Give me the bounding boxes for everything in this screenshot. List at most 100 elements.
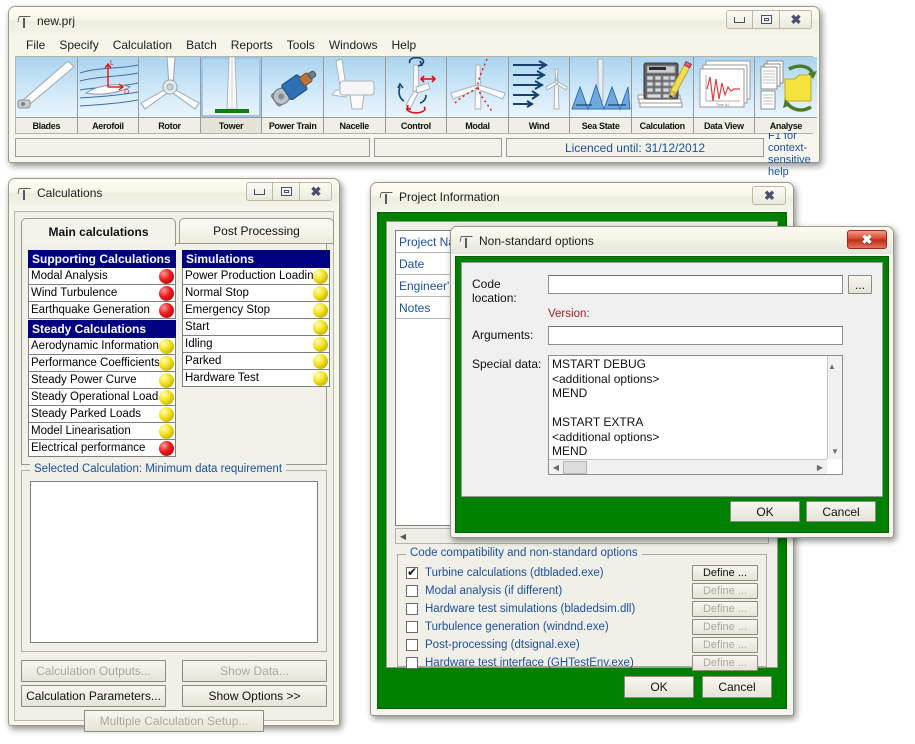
special-data-horizontal-scrollbar[interactable]: ◀ ▶ xyxy=(549,459,827,474)
close-button[interactable]: ✖ xyxy=(752,186,786,205)
toolbar-button-tower[interactable]: Tower xyxy=(200,57,263,133)
list-item[interactable]: Performance Coefficients xyxy=(28,355,176,372)
minimize-icon xyxy=(734,16,745,23)
code-location-input[interactable] xyxy=(548,275,843,294)
scroll-down-icon[interactable]: ▼ xyxy=(828,445,842,459)
maximize-button[interactable] xyxy=(753,10,780,29)
toolbar-button-sea-state[interactable]: Sea State xyxy=(570,57,632,133)
minimize-button[interactable] xyxy=(726,10,753,29)
menu-item-calculation[interactable]: Calculation xyxy=(106,37,179,53)
define-button-hardware-test-simulations[interactable]: Define ... xyxy=(692,600,758,617)
list-item[interactable]: Model Linearisation xyxy=(28,423,176,440)
checkbox-turbulence-generation[interactable] xyxy=(406,620,418,633)
toolbar-button-data-view[interactable]: Time [s] Data View xyxy=(693,57,756,133)
code-option-label: Post-processing (dtsignal.exe) xyxy=(425,638,580,651)
power-train-icon xyxy=(262,57,323,117)
arguments-input[interactable] xyxy=(548,326,843,345)
calculation-outputs-button[interactable]: Calculation Outputs... xyxy=(21,660,166,682)
list-item[interactable]: Earthquake Generation xyxy=(28,302,176,319)
menu-item-windows[interactable]: Windows xyxy=(322,37,385,53)
toolbar-button-calculation[interactable]: Calculation xyxy=(631,57,694,133)
menu-item-reports[interactable]: Reports xyxy=(224,37,280,53)
multiple-calculation-setup-button[interactable]: Multiple Calculation Setup... xyxy=(84,710,264,732)
dialog-ok-button[interactable]: OK xyxy=(730,501,800,522)
close-button[interactable]: ✖ xyxy=(300,182,332,201)
main-window-titlebar[interactable]: new.prj ✖ xyxy=(9,7,819,34)
list-item[interactable]: Normal Stop xyxy=(182,285,330,302)
scroll-left-icon[interactable]: ◀ xyxy=(396,532,410,541)
code-option-row: Turbulence generation (windnd.exe) Defin… xyxy=(406,618,758,635)
define-button-turbine-calculations[interactable]: Define ... xyxy=(692,564,758,581)
toolbar-label-rotor: Rotor xyxy=(139,117,200,133)
toolbar-button-wind[interactable]: Wind xyxy=(508,57,571,133)
checkbox-turbine-calculations[interactable] xyxy=(406,565,418,579)
scroll-left-icon[interactable]: ◀ xyxy=(549,463,563,472)
list-item[interactable]: Hardware Test xyxy=(182,370,330,387)
show-data-button[interactable]: Show Data... xyxy=(182,660,327,682)
list-item[interactable]: Wind Turbulence xyxy=(28,285,176,302)
define-button-post-processing[interactable]: Define ... xyxy=(692,636,758,653)
status-led-yellow xyxy=(313,336,328,352)
code-option-label: Turbulence generation (windnd.exe) xyxy=(425,620,609,633)
tab-post-processing[interactable]: Post Processing xyxy=(179,218,334,244)
checkbox-modal-analysis[interactable] xyxy=(406,584,418,597)
control-icon xyxy=(385,57,447,117)
status-led-yellow xyxy=(313,285,328,301)
close-button[interactable]: ✖ xyxy=(780,10,812,29)
minimize-button[interactable] xyxy=(246,182,273,201)
list-item-label: Power Production Loading xyxy=(185,270,313,282)
toolbar-button-analyse[interactable]: Analyse xyxy=(755,57,817,133)
project-ok-button[interactable]: OK xyxy=(624,676,694,698)
hscroll-thumb[interactable] xyxy=(563,460,587,474)
toolbar-button-blades[interactable]: Blades xyxy=(16,57,78,133)
main-status-bar: Licenced until: 31/12/2012 Press F1 for … xyxy=(15,118,813,178)
list-item[interactable]: Aerodynamic Information xyxy=(28,338,176,355)
close-button[interactable]: ✖ xyxy=(847,230,887,249)
menu-item-batch[interactable]: Batch xyxy=(179,37,224,53)
list-item[interactable]: Modal Analysis xyxy=(28,268,176,285)
calculations-titlebar[interactable]: Calculations ✖ xyxy=(9,179,339,206)
toolbar-button-modal[interactable]: Modal xyxy=(447,57,509,133)
checkbox-hardware-test-simulations[interactable] xyxy=(406,602,418,615)
menu-item-tools[interactable]: Tools xyxy=(280,37,322,53)
browse-button[interactable]: ... xyxy=(848,275,872,294)
toolbar-button-aerofoil[interactable]: L D Aerofoil xyxy=(77,57,140,133)
list-item[interactable]: Power Production Loading xyxy=(182,268,330,285)
toolbar-button-control[interactable]: Control xyxy=(385,57,448,133)
selected-calculation-content xyxy=(30,481,318,643)
maximize-button[interactable] xyxy=(273,182,300,201)
project-cancel-button[interactable]: Cancel xyxy=(702,676,772,698)
checkbox-hardware-test-interface[interactable] xyxy=(406,656,418,669)
list-header-steady: Steady Calculations xyxy=(28,320,176,338)
main-application-window: new.prj ✖ File Specify Calculation Batch… xyxy=(8,6,820,178)
toolbar-button-rotor[interactable]: Rotor xyxy=(139,57,201,133)
special-data-vertical-scrollbar[interactable]: ▲ ▼ xyxy=(827,356,842,459)
calculation-parameters-button[interactable]: Calculation Parameters... xyxy=(21,685,166,707)
checkbox-post-processing[interactable] xyxy=(406,638,418,651)
non-standard-options-titlebar[interactable]: Non-standard options ✖ xyxy=(451,227,893,254)
scroll-up-icon[interactable]: ▲ xyxy=(828,362,836,371)
dialog-cancel-button[interactable]: Cancel xyxy=(806,501,876,522)
menu-item-help[interactable]: Help xyxy=(385,37,424,53)
list-item[interactable]: Emergency Stop xyxy=(182,302,330,319)
show-options-button[interactable]: Show Options >> xyxy=(182,685,327,707)
project-information-titlebar[interactable]: Project Information ✖ xyxy=(371,183,793,210)
toolbar-button-nacelle[interactable]: Nacelle xyxy=(323,57,386,133)
define-button-modal-analysis[interactable]: Define ... xyxy=(692,582,758,599)
define-button-turbulence-generation[interactable]: Define ... xyxy=(692,618,758,635)
code-option-label: Turbine calculations (dtbladed.exe) xyxy=(425,566,604,579)
menu-item-file[interactable]: File xyxy=(19,37,52,53)
list-item[interactable]: Electrical performance xyxy=(28,440,176,457)
list-item[interactable]: Parked xyxy=(182,353,330,370)
list-item[interactable]: Start xyxy=(182,319,330,336)
menu-item-specify[interactable]: Specify xyxy=(52,37,105,53)
scroll-right-icon[interactable]: ▶ xyxy=(813,463,827,472)
list-item[interactable]: Steady Parked Loads xyxy=(28,406,176,423)
toolbar-button-power-train[interactable]: Power Train xyxy=(262,57,324,133)
tab-main-calculations[interactable]: Main calculations xyxy=(21,218,176,246)
list-item[interactable]: Idling xyxy=(182,336,330,353)
special-data-row: Special data: MSTART DEBUG <additional o… xyxy=(472,355,872,475)
special-data-textarea[interactable]: MSTART DEBUG <additional options> MEND M… xyxy=(548,355,843,475)
list-item[interactable]: Steady Power Curve xyxy=(28,372,176,389)
list-item[interactable]: Steady Operational Loads xyxy=(28,389,176,406)
